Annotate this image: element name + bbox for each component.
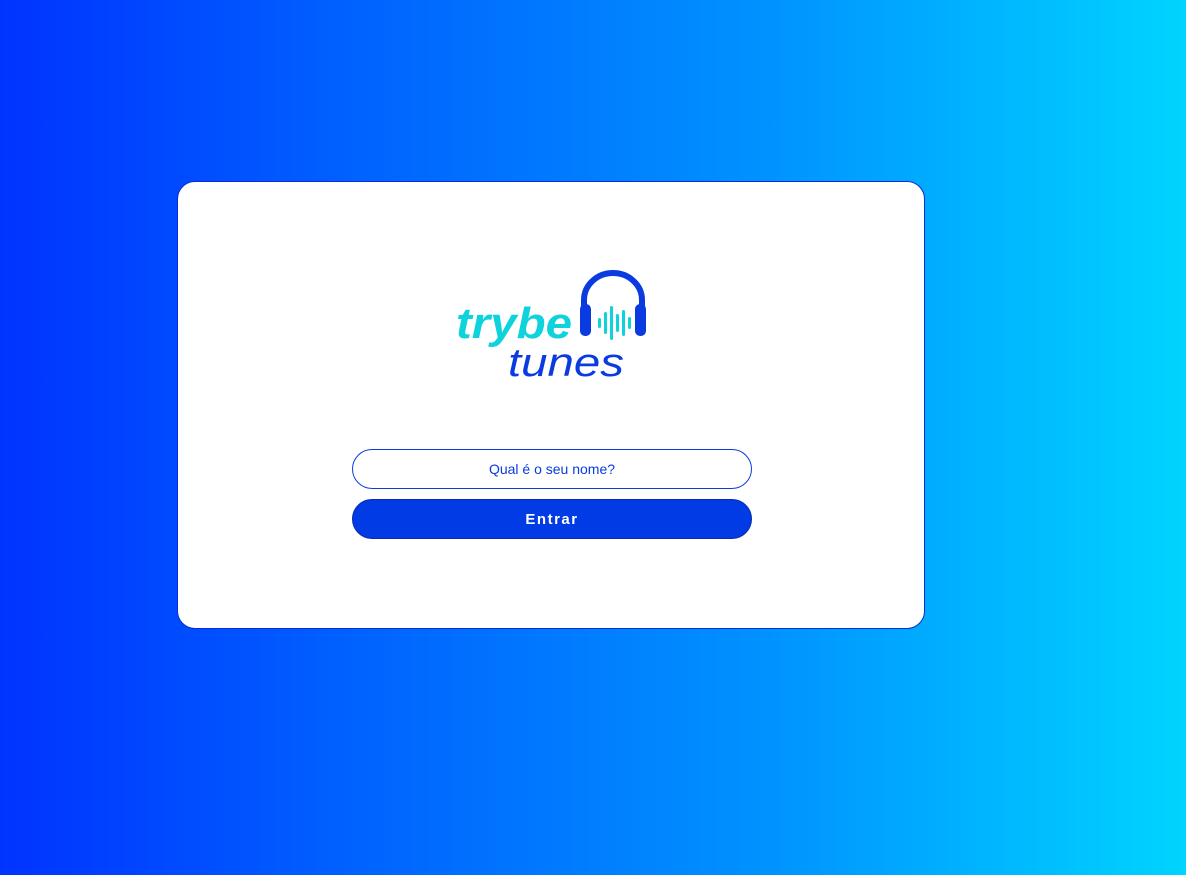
enter-button[interactable]: Entrar <box>352 499 752 539</box>
trybe-tunes-logo: trybe tunes <box>456 270 652 384</box>
headphones-icon <box>580 270 646 340</box>
logo-word-tunes: tunes <box>508 341 624 384</box>
name-input[interactable] <box>352 449 752 489</box>
login-card: trybe tunes Entrar <box>177 181 925 629</box>
